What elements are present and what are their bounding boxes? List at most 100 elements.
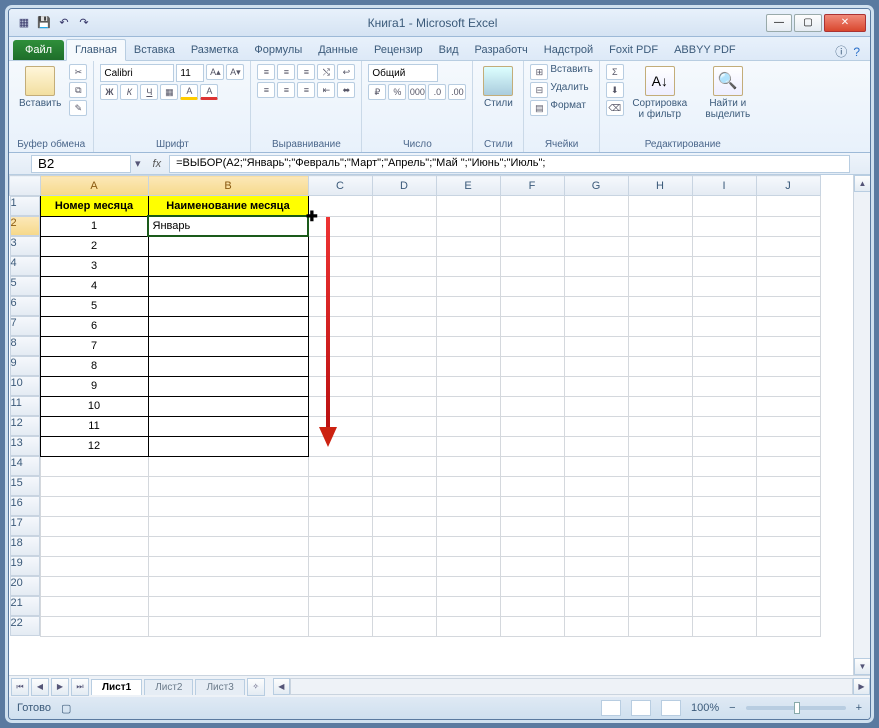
cell-F16[interactable] [500, 496, 564, 516]
cell-H17[interactable] [628, 516, 692, 536]
cell-B17[interactable] [148, 516, 308, 536]
cell-J4[interactable] [756, 256, 820, 276]
cell-D22[interactable] [372, 616, 436, 636]
font-color-icon[interactable]: A [200, 84, 218, 100]
inc-decimal-icon[interactable]: .0 [428, 84, 446, 100]
cell-H8[interactable] [628, 336, 692, 356]
cell-D17[interactable] [372, 516, 436, 536]
cell-F12[interactable] [500, 416, 564, 436]
grow-font-icon[interactable]: A▴ [206, 64, 224, 80]
cell-I13[interactable] [692, 436, 756, 456]
cell-C10[interactable] [308, 376, 372, 396]
row-header-4[interactable]: 4 [10, 256, 40, 276]
cell-F14[interactable] [500, 456, 564, 476]
cell-E22[interactable] [436, 616, 500, 636]
fx-icon[interactable]: fx [145, 158, 170, 170]
cell-B14[interactable] [148, 456, 308, 476]
cell-G20[interactable] [564, 576, 628, 596]
cell-D6[interactable] [372, 296, 436, 316]
cell-E3[interactable] [436, 236, 500, 256]
cell-J20[interactable] [756, 576, 820, 596]
cell-G13[interactable] [564, 436, 628, 456]
font-size-input[interactable] [176, 64, 204, 82]
cell-F15[interactable] [500, 476, 564, 496]
cell-G12[interactable] [564, 416, 628, 436]
cell-I18[interactable] [692, 536, 756, 556]
cell-J13[interactable] [756, 436, 820, 456]
cell-A15[interactable] [40, 476, 148, 496]
cell-J22[interactable] [756, 616, 820, 636]
row-header-7[interactable]: 7 [10, 316, 40, 336]
cell-H3[interactable] [628, 236, 692, 256]
cell-D20[interactable] [372, 576, 436, 596]
tab-developer[interactable]: Разработч [467, 40, 536, 60]
cell-F9[interactable] [500, 356, 564, 376]
sheet-nav-next-icon[interactable]: ▶ [51, 678, 69, 696]
row-header-16[interactable]: 16 [10, 496, 40, 516]
view-break-icon[interactable] [661, 700, 681, 716]
row-header-20[interactable]: 20 [10, 576, 40, 596]
cell-D12[interactable] [372, 416, 436, 436]
row-header-1[interactable]: 1 [10, 196, 40, 216]
cell-G9[interactable] [564, 356, 628, 376]
cell-G14[interactable] [564, 456, 628, 476]
tab-abbyy[interactable]: ABBYY PDF [666, 40, 744, 60]
cell-H13[interactable] [628, 436, 692, 456]
row-header-17[interactable]: 17 [10, 516, 40, 536]
sheet-tab-2[interactable]: Лист2 [144, 679, 193, 695]
sheet-tab-3[interactable]: Лист3 [195, 679, 244, 695]
maximize-button[interactable]: ▢ [794, 14, 822, 32]
currency-icon[interactable]: ₽ [368, 84, 386, 100]
grid[interactable]: ABCDEFGHIJ1Номер месяцаНаименование меся… [9, 175, 853, 675]
cell-B12[interactable] [148, 416, 308, 436]
tab-home[interactable]: Главная [66, 39, 126, 61]
cell-H1[interactable] [628, 196, 692, 217]
cell-D11[interactable] [372, 396, 436, 416]
cell-D19[interactable] [372, 556, 436, 576]
cell-F21[interactable] [500, 596, 564, 616]
cell-G16[interactable] [564, 496, 628, 516]
cell-G15[interactable] [564, 476, 628, 496]
cell-H6[interactable] [628, 296, 692, 316]
cell-A16[interactable] [40, 496, 148, 516]
cell-B5[interactable] [148, 276, 308, 296]
align-bottom-icon[interactable]: ≡ [297, 64, 315, 80]
cell-A9[interactable]: 8 [40, 356, 148, 376]
tab-formulas[interactable]: Формулы [246, 40, 310, 60]
cell-H12[interactable] [628, 416, 692, 436]
cell-B3[interactable] [148, 236, 308, 256]
percent-icon[interactable]: % [388, 84, 406, 100]
cell-E10[interactable] [436, 376, 500, 396]
cell-C14[interactable] [308, 456, 372, 476]
col-header-F[interactable]: F [500, 176, 564, 196]
row-header-18[interactable]: 18 [10, 536, 40, 556]
dec-decimal-icon[interactable]: .00 [448, 84, 466, 100]
view-layout-icon[interactable] [631, 700, 651, 716]
cell-A12[interactable]: 11 [40, 416, 148, 436]
cell-J12[interactable] [756, 416, 820, 436]
align-center-icon[interactable]: ≡ [277, 82, 295, 98]
cell-I15[interactable] [692, 476, 756, 496]
cell-G6[interactable] [564, 296, 628, 316]
cell-D3[interactable] [372, 236, 436, 256]
cell-E1[interactable] [436, 196, 500, 217]
col-header-D[interactable]: D [372, 176, 436, 196]
row-header-2[interactable]: 2 [10, 216, 40, 236]
scroll-right-icon[interactable]: ▶ [853, 678, 870, 695]
cell-G11[interactable] [564, 396, 628, 416]
cell-H10[interactable] [628, 376, 692, 396]
sheet-nav-last-icon[interactable]: ⏭ [71, 678, 89, 696]
col-header-G[interactable]: G [564, 176, 628, 196]
cell-A19[interactable] [40, 556, 148, 576]
cell-A2[interactable]: 1 [40, 216, 148, 236]
cell-H7[interactable] [628, 316, 692, 336]
col-header-I[interactable]: I [692, 176, 756, 196]
cell-G3[interactable] [564, 236, 628, 256]
cell-A21[interactable] [40, 596, 148, 616]
horizontal-scrollbar[interactable]: ◀ ▶ [273, 678, 870, 695]
cell-I6[interactable] [692, 296, 756, 316]
cell-J2[interactable] [756, 216, 820, 236]
cell-I10[interactable] [692, 376, 756, 396]
cell-H18[interactable] [628, 536, 692, 556]
cell-H5[interactable] [628, 276, 692, 296]
